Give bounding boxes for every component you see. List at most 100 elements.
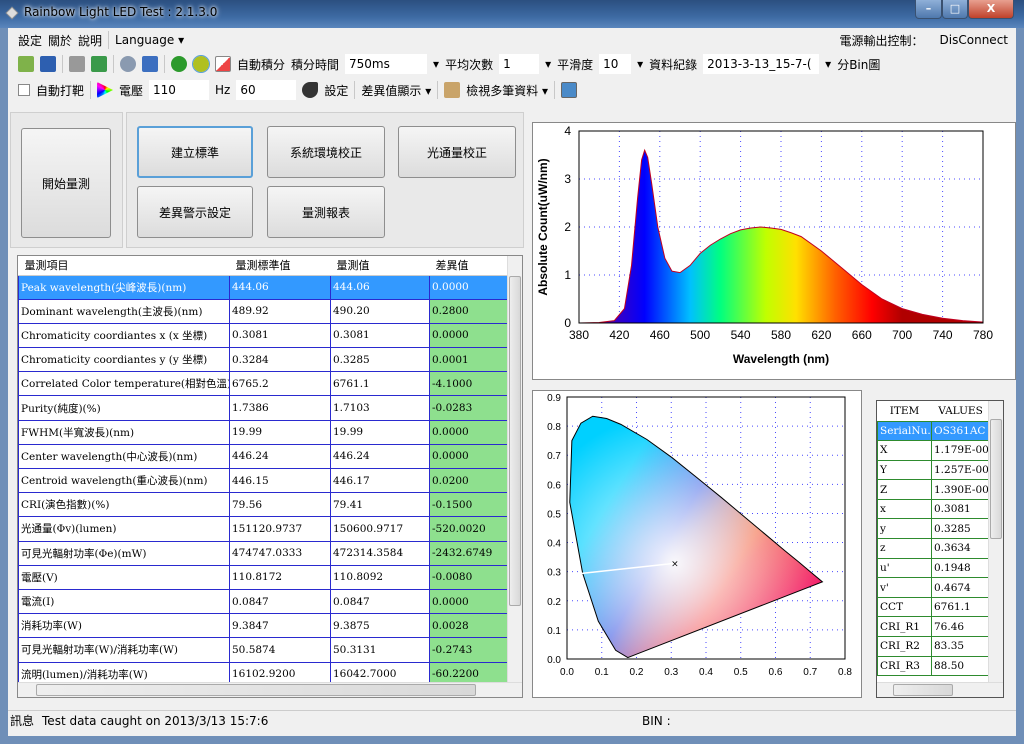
header-measured[interactable]: 量測值 — [330, 256, 430, 276]
table-row[interactable]: 光通量(Φv)(lumen) 151120.9737 150600.9717 -520… — [18, 516, 509, 542]
table-row[interactable]: 可見光輻射功率(Φe)(mW) 474747.0333 472314.3584 -24… — [18, 540, 509, 566]
chevron-down-icon[interactable]: ▾ — [545, 57, 551, 71]
list-item[interactable]: v' 0.4674 — [877, 577, 990, 598]
list-item[interactable]: y 0.3285 — [877, 518, 990, 540]
table-row[interactable]: Correlated Color temperature(相對色溫) 6765.2… — [18, 371, 509, 397]
smoothing-select[interactable]: 10 — [599, 54, 632, 74]
menu-bar: 設定 關於 說明 Language ▾ 電源輸出控制： DisConnect — [8, 28, 1016, 52]
power-connect-button[interactable]: DisConnect — [940, 33, 1008, 47]
close-button[interactable]: X — [968, 0, 1014, 19]
menu-settings[interactable]: 設定 — [18, 32, 42, 49]
cell-item: Correlated Color temperature(相對色溫) — [18, 371, 230, 397]
device-icon[interactable] — [142, 56, 158, 72]
cell-standard: 79.56 — [229, 492, 331, 518]
export-image-icon[interactable] — [561, 82, 578, 98]
table-row[interactable]: Center wavelength(中心波長)(nm) 446.24 446.24 0… — [18, 443, 509, 470]
play-icon[interactable] — [171, 56, 187, 72]
y-tick-label: 2 — [564, 220, 571, 234]
pause-icon[interactable] — [192, 55, 210, 73]
list-item[interactable]: u' 0.1948 — [877, 557, 990, 579]
cell-item: Center wavelength(中心波長)(nm) — [18, 443, 230, 470]
cell-standard: 0.3284 — [229, 347, 331, 373]
menu-language[interactable]: Language ▾ — [115, 33, 184, 47]
list-item[interactable]: SerialNu...OS361AC — [877, 420, 990, 442]
scroll-thumb[interactable] — [893, 684, 953, 696]
table-vertical-scrollbar[interactable] — [507, 256, 522, 682]
table-row[interactable]: Dominant wavelength(主波長)(nm) 489.92 490.20… — [18, 298, 509, 324]
average-count-select[interactable]: 1 — [499, 54, 540, 74]
scroll-thumb[interactable] — [509, 276, 521, 606]
system-calibration-button[interactable]: 系統環境校正 — [267, 126, 385, 178]
view-multiple-data-dropdown[interactable]: 檢視多筆資料 ▾ — [466, 82, 548, 99]
table-row[interactable]: 可見光輻射功率(W)/消耗功率(W) 50.5874 50.3131 -0.2743 — [18, 637, 509, 663]
menu-help[interactable]: 說明 — [78, 32, 102, 49]
list-item[interactable]: CCT 6761.1 — [877, 596, 990, 618]
list-item[interactable]: Y 1.257E-00 — [877, 459, 990, 481]
save-icon[interactable] — [40, 56, 56, 72]
list-item[interactable]: CRI_R2 83.35 — [877, 636, 990, 657]
start-measure-button[interactable]: 開始量測 — [21, 128, 111, 238]
x-tick-label: 0.5 — [734, 667, 748, 678]
chevron-down-icon[interactable]: ▾ — [637, 57, 643, 71]
list-item[interactable]: CRI_R1 76.46 — [877, 616, 990, 638]
integration-time-select[interactable]: 750ms — [345, 54, 428, 74]
chevron-down-icon[interactable]: ▾ — [825, 57, 831, 71]
data-record-select[interactable]: 2013-3-13_15-7-( — [703, 54, 820, 74]
chevron-down-icon[interactable]: ▾ — [433, 57, 439, 71]
header-item[interactable]: 量測項目 — [18, 256, 230, 276]
build-standard-button[interactable]: 建立標準 — [137, 126, 253, 178]
y-tick-label: 0.8 — [547, 422, 561, 433]
bin-chart-button[interactable]: 分Bin圖 — [837, 56, 880, 73]
list-item[interactable]: Z 1.390E-00 — [877, 479, 990, 500]
header-values[interactable]: VALUES — [932, 401, 990, 421]
table-row[interactable]: Chromaticity coordiantes y (y 坐標) 0.3284 0… — [18, 347, 509, 373]
table-row[interactable]: Chromaticity coordiantes x (x 坐標) 0.3081 0… — [18, 322, 509, 349]
header-standard[interactable]: 量測標準值 — [229, 256, 331, 276]
x-tick-label: 420 — [609, 328, 629, 342]
cell-diff: -520.0020 — [429, 516, 509, 542]
table-row[interactable]: Purity(純度)(%) 1.7386 1.7103 -0.0283 — [18, 395, 509, 421]
header-item[interactable]: ITEM — [878, 401, 932, 421]
diff-display-dropdown[interactable]: 差異值顯示 ▾ — [361, 82, 431, 99]
table-row[interactable]: 電壓(V) 110.8172 110.8092 -0.0080 — [18, 564, 509, 590]
minimize-button[interactable]: – — [915, 0, 942, 19]
gear-icon[interactable] — [120, 56, 136, 72]
toolbar-2: 自動打靶 電壓 Hz 設定 差異值顯示 ▾ 檢視多筆資料 ▾ — [8, 78, 1016, 102]
scroll-thumb[interactable] — [990, 419, 1002, 539]
table-row[interactable]: CRI(演色指數)(%) 79.56 79.41 -0.1500 — [18, 492, 509, 518]
list-item[interactable]: CRI_R3 88.50 — [877, 655, 990, 677]
table-row[interactable]: 消耗功率(W) 9.3847 9.3875 0.0028 — [18, 613, 509, 639]
table-row[interactable]: 電流(I) 0.0847 0.0847 0.0000 — [18, 588, 509, 615]
cell-item: CRI_R2 — [877, 636, 932, 657]
maximize-button[interactable]: □ — [942, 0, 968, 19]
table-horizontal-scrollbar[interactable] — [18, 682, 522, 697]
header-diff[interactable]: 差異值 — [429, 256, 509, 276]
menu-about[interactable]: 關於 — [48, 32, 72, 49]
cell-diff: 0.2800 — [429, 298, 509, 324]
items-vertical-scrollbar[interactable] — [988, 401, 1003, 683]
auto-integrate-button[interactable]: 自動積分 — [237, 56, 285, 73]
table-row[interactable]: FWHM(半寬波長)(nm) 19.99 19.99 0.0000 — [18, 419, 509, 445]
cell-diff: -2432.6749 — [429, 540, 509, 566]
cell-item: 電流(I) — [18, 588, 230, 615]
settings-button[interactable]: 設定 — [324, 82, 348, 99]
cell-item: u' — [877, 557, 932, 579]
table-row[interactable]: Peak wavelength(尖峰波長)(nm) 444.06 444.06 0.0… — [18, 274, 509, 300]
color-icon[interactable] — [97, 82, 114, 98]
flux-calibration-button[interactable]: 光通量校正 — [398, 126, 516, 178]
list-item[interactable]: x 0.3081 — [877, 498, 990, 520]
items-horizontal-scrollbar[interactable] — [877, 682, 1003, 697]
table-row[interactable]: Centroid wavelength(重心波長)(nm) 446.15 446.1… — [18, 467, 509, 494]
list-item[interactable]: z 0.3634 — [877, 538, 990, 559]
scroll-thumb[interactable] — [36, 684, 476, 696]
excel-icon[interactable] — [91, 56, 107, 72]
voltage-input[interactable] — [149, 80, 210, 100]
print-icon[interactable] — [69, 56, 85, 72]
measurement-report-button[interactable]: 量測報表 — [267, 186, 385, 238]
diff-alarm-settings-button[interactable]: 差異警示設定 — [137, 186, 253, 238]
auto-target-checkbox[interactable] — [18, 84, 30, 96]
hz-input[interactable] — [236, 80, 297, 100]
open-icon[interactable] — [18, 56, 34, 72]
list-item[interactable]: X 1.179E-00 — [877, 440, 990, 461]
x-tick-label: 540 — [731, 328, 751, 342]
